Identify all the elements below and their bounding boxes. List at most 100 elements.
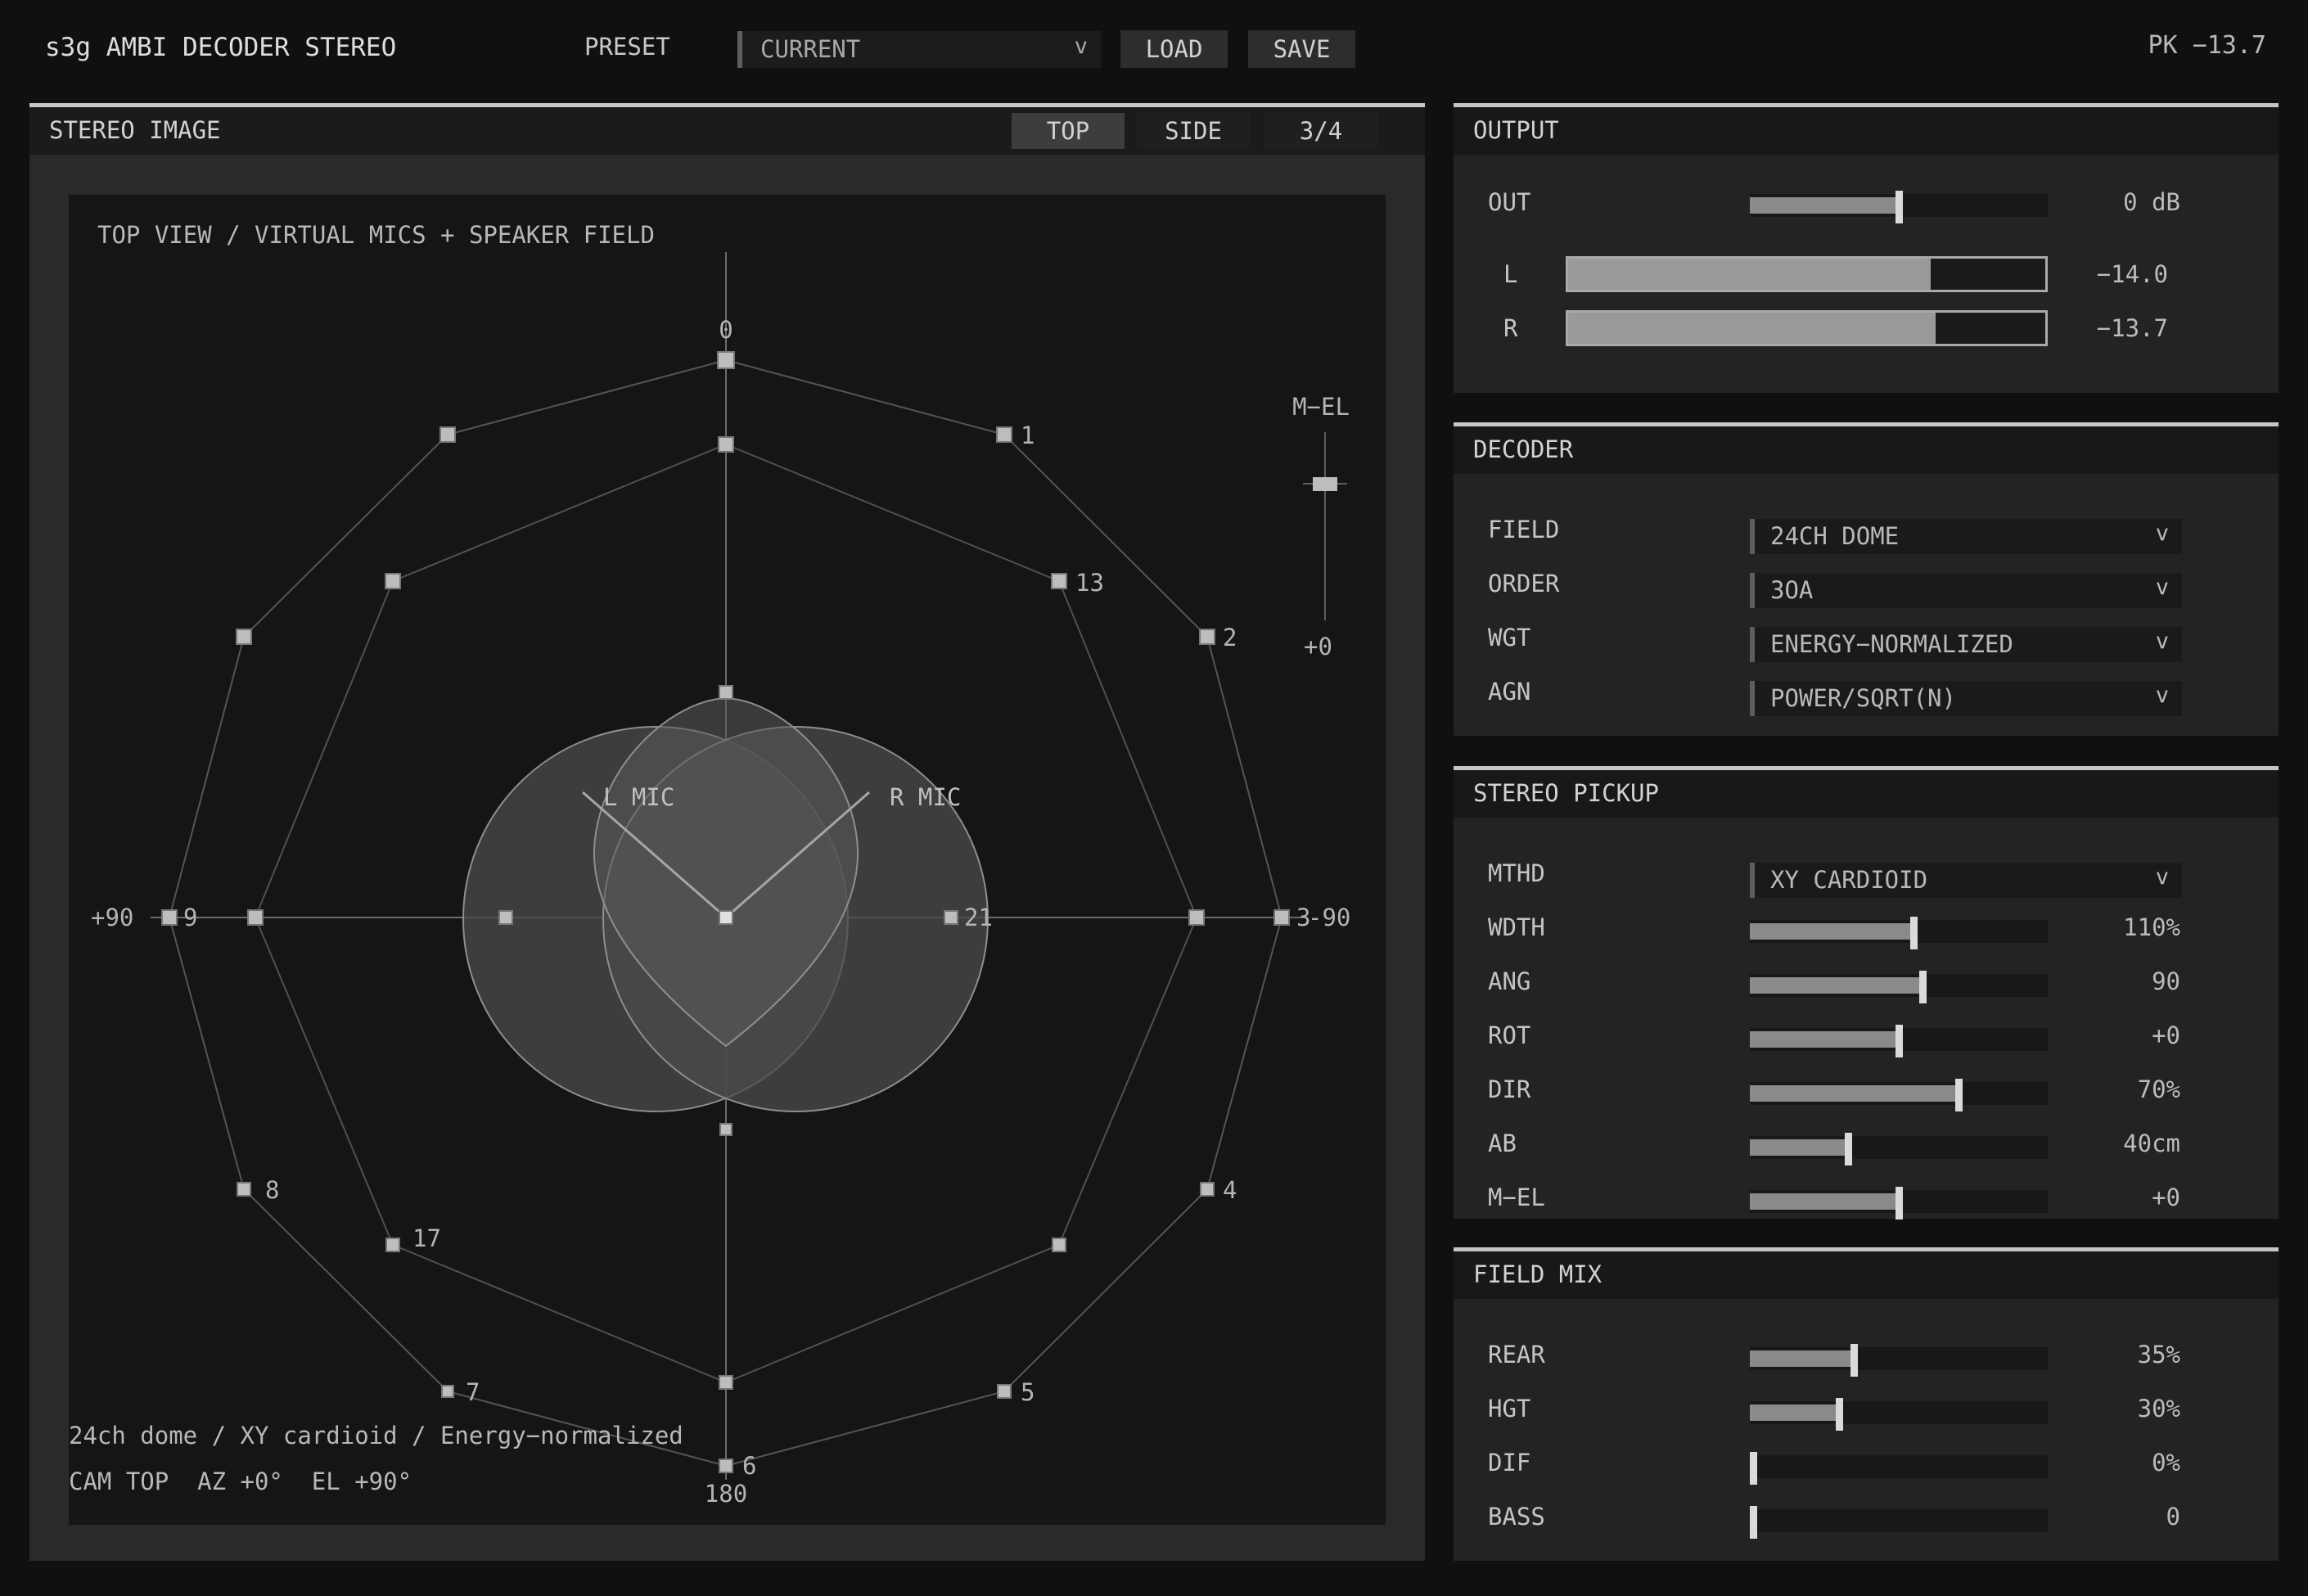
rotation-slider[interactable] <box>1750 1025 2048 1057</box>
angle-slider[interactable] <box>1750 971 2048 1003</box>
slider-thumb[interactable] <box>1896 1187 1903 1220</box>
select-value: XY CARDIOID <box>1770 866 1928 894</box>
speaker-label: 4 <box>1223 1176 1237 1204</box>
panel-title: DECODER <box>1473 435 1574 463</box>
gain-norm-select[interactable]: POWER/SQRT(N) v <box>1750 681 2182 716</box>
angle-label-right: -90 <box>1308 904 1350 931</box>
speaker-marker <box>717 351 735 369</box>
load-button[interactable]: LOAD <box>1120 30 1228 68</box>
meter-l-label: L <box>1503 260 1518 288</box>
field-mix-header: FIELD MIX <box>1454 1251 2279 1299</box>
wgt-label: WGT <box>1488 624 1531 651</box>
meter-fill <box>1568 259 1932 290</box>
preset-select[interactable]: CURRENT v <box>737 31 1101 68</box>
plot-info-line-1: 24ch dome / XY cardioid / Energy−normali… <box>69 1422 683 1449</box>
out-value: 0 dB <box>2123 188 2180 216</box>
bass-slider[interactable] <box>1750 1506 2048 1539</box>
rear-slider[interactable] <box>1750 1344 2048 1377</box>
mel-handle[interactable] <box>1313 477 1337 491</box>
view-three-quarter-button[interactable]: 3/4 <box>1264 113 1377 149</box>
bass-value: 0 <box>2166 1503 2180 1531</box>
app-title: s3g AMBI DECODER STEREO <box>45 33 397 62</box>
panel-title: STEREO PICKUP <box>1473 779 1659 807</box>
speaker-marker <box>719 1123 733 1136</box>
angle-label: ANG <box>1488 967 1531 995</box>
slider-thumb[interactable] <box>1750 1506 1757 1539</box>
chevron-down-icon: v <box>2155 629 2169 654</box>
ab-spacing-label: AB <box>1488 1129 1517 1157</box>
width-slider[interactable] <box>1750 917 2048 949</box>
slider-fill <box>1750 1350 1854 1367</box>
directivity-slider[interactable] <box>1750 1079 2048 1111</box>
speaker-marker <box>385 573 401 589</box>
preset-label: PRESET <box>584 33 670 61</box>
save-button[interactable]: SAVE <box>1248 30 1355 68</box>
slider-thumb[interactable] <box>1896 191 1903 223</box>
diffuse-slider[interactable] <box>1750 1452 2048 1485</box>
speaker-marker <box>1273 909 1290 926</box>
speaker-label: 6 <box>742 1452 756 1480</box>
height-value: 30% <box>2137 1395 2180 1422</box>
slider-thumb[interactable] <box>1896 1025 1903 1057</box>
speaker-marker <box>1199 629 1215 645</box>
preset-select-value: CURRENT <box>760 35 861 63</box>
angle-label-back: 180 <box>705 1480 747 1508</box>
speaker-marker <box>1051 573 1067 589</box>
width-value: 110% <box>2123 913 2180 941</box>
rotation-value: +0 <box>2152 1021 2180 1049</box>
stereo-pickup-panel: STEREO PICKUP MTHD XY CARDIOID v WDTH 11… <box>1454 766 2279 1220</box>
stereo-pickup-header: STEREO PICKUP <box>1454 770 2279 818</box>
output-header: OUTPUT <box>1454 107 2279 155</box>
slider-thumb[interactable] <box>1850 1344 1858 1377</box>
view-top-button[interactable]: TOP <box>1012 113 1125 149</box>
slider-fill <box>1750 1193 1899 1210</box>
height-label: HGT <box>1488 1395 1531 1422</box>
listener-center-marker <box>719 910 733 925</box>
speaker-label: 8 <box>265 1176 279 1204</box>
plot-title: TOP VIEW / VIRTUAL MICS + SPEAKER FIELD <box>97 221 655 249</box>
speaker-marker <box>440 426 456 443</box>
speaker-marker <box>1200 1182 1215 1197</box>
mel-label: M−EL <box>1292 393 1350 421</box>
stereo-field-plot[interactable]: 1 13 2 3 21 4 5 6 7 17 8 9 0 +90 -90 180 <box>69 195 1386 1525</box>
field-select[interactable]: 24CH DOME v <box>1750 519 2182 554</box>
meter-r-label: R <box>1503 314 1518 342</box>
weighting-select[interactable]: ENERGY−NORMALIZED v <box>1750 627 2182 662</box>
order-label: ORDER <box>1488 570 1560 597</box>
stereo-image-header: STEREO IMAGE TOP SIDE 3/4 <box>29 107 1425 155</box>
out-label: OUT <box>1488 188 1531 216</box>
mel-value: +0 <box>1304 633 1332 660</box>
speaker-marker <box>247 909 264 926</box>
slider-thumb[interactable] <box>1836 1398 1843 1431</box>
slider-fill <box>1750 977 1923 994</box>
speaker-marker <box>719 1375 733 1390</box>
select-value: 3OA <box>1770 576 1814 604</box>
slider-thumb[interactable] <box>1955 1079 1963 1111</box>
diffuse-value: 0% <box>2152 1449 2180 1477</box>
width-label: WDTH <box>1488 913 1545 941</box>
bass-label: BASS <box>1488 1503 1545 1531</box>
angle-label-front: 0 <box>719 316 733 344</box>
method-select[interactable]: XY CARDIOID v <box>1750 863 2182 898</box>
speaker-marker <box>719 685 733 700</box>
stereo-image-panel: STEREO IMAGE TOP SIDE 3/4 1 13 2 3 21 4 … <box>29 103 1425 1561</box>
slider-thumb[interactable] <box>1919 971 1927 1003</box>
speaker-marker <box>719 1458 733 1473</box>
diffuse-label: DIF <box>1488 1449 1531 1477</box>
ab-spacing-slider[interactable] <box>1750 1133 2048 1165</box>
slider-thumb[interactable] <box>1845 1133 1852 1165</box>
speaker-marker <box>996 426 1012 443</box>
speaker-label: 17 <box>412 1224 441 1252</box>
speaker-marker <box>718 436 734 453</box>
mic-elevation-value: +0 <box>2152 1183 2180 1211</box>
slider-thumb[interactable] <box>1750 1452 1757 1485</box>
mic-elevation-label: M−EL <box>1488 1183 1545 1211</box>
agn-label: AGN <box>1488 678 1531 706</box>
order-select[interactable]: 3OA v <box>1750 573 2182 608</box>
out-gain-slider[interactable] <box>1750 191 2048 223</box>
slider-thumb[interactable] <box>1910 917 1918 949</box>
mic-elevation-slider[interactable] <box>1750 1187 2048 1220</box>
rear-value: 35% <box>2137 1341 2180 1368</box>
height-slider[interactable] <box>1750 1398 2048 1431</box>
view-side-button[interactable]: SIDE <box>1137 113 1250 149</box>
